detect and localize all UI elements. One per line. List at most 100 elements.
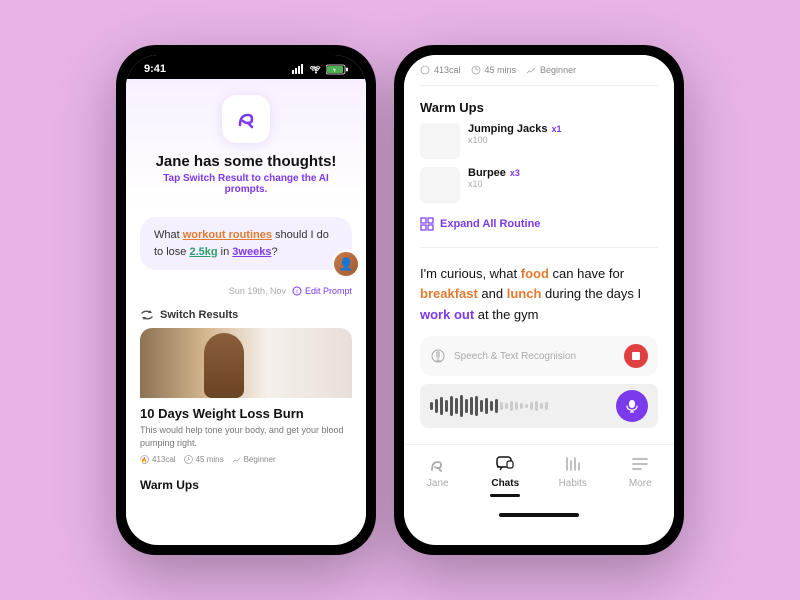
person-silhouette [204, 333, 244, 398]
switch-text[interactable]: Switch Result [183, 173, 249, 184]
phone-left: 9:41 [116, 45, 376, 555]
speech-label: Speech & Text Recognision [454, 351, 616, 362]
more-label: More [629, 478, 652, 489]
phone-right: 413cal 45 mins Beginner Warm Up [394, 45, 684, 555]
habits-label: Habits [559, 478, 587, 489]
right-screen: 413cal 45 mins Beginner Warm Up [404, 55, 674, 545]
warm-ups-title: Warm Ups [140, 478, 352, 492]
wave-11 [480, 400, 483, 412]
mic-icon [625, 399, 639, 413]
nav-item-more[interactable]: More [607, 453, 675, 497]
wave-18 [515, 402, 518, 410]
right-cal-val: 413cal [434, 65, 461, 75]
svg-text:🔥: 🔥 [141, 457, 147, 464]
warm-up-title-right: Warm Ups [420, 100, 658, 115]
tap-text: Tap [163, 173, 180, 184]
chat-bubble: What workout routines should I do to los… [140, 217, 352, 270]
nav-item-jane[interactable]: Jane [404, 453, 472, 497]
jane-nav-icon [427, 453, 449, 475]
time-highlight: 3weeks [232, 246, 271, 258]
nav-item-habits[interactable]: Habits [539, 453, 607, 497]
section-divider [420, 247, 658, 248]
right-content: 413cal 45 mins Beginner Warm Up [404, 55, 674, 517]
workout-desc: This would help tone your body, and get … [140, 424, 352, 449]
level-stat: Beginner [232, 455, 276, 464]
switch-results[interactable]: Switch Results [126, 302, 366, 328]
chat-meta: Sun 19th, Nov i Edit Prompt [126, 280, 366, 302]
ai-text: I'm curious, what food can have for brea… [420, 264, 658, 326]
wifi-icon [310, 64, 322, 74]
workout-stats: 🔥 413cal 45 mins Beginner [140, 455, 352, 464]
right-dur-val: 45 mins [485, 65, 517, 75]
left-content: Jane has some thoughts! Tap Switch Resul… [126, 79, 366, 541]
wave-21 [530, 402, 533, 410]
clock-icon [184, 455, 193, 464]
workout-title: 10 Days Weight Loss Burn [140, 406, 352, 421]
nav-item-chats[interactable]: Chats [472, 453, 540, 497]
expand-label: Expand All Routine [440, 218, 540, 230]
weight-highlight: 2.5kg [189, 246, 217, 258]
duration-stat: 45 mins [184, 455, 224, 464]
exercise-name-2: Burpee x3 [468, 167, 658, 179]
habits-icon [563, 454, 583, 474]
home-indicator [499, 513, 579, 517]
wave-10 [475, 396, 478, 416]
workout-card[interactable]: 10 Days Weight Loss Burn This would help… [140, 328, 352, 468]
wave-7 [460, 395, 463, 417]
greeting-title: Jane has some thoughts! [156, 153, 337, 170]
wave-19 [520, 403, 523, 409]
more-nav-icon [629, 453, 651, 475]
clock-icon-right [471, 65, 481, 75]
warm-up-right: Warm Ups Jumping Jacks x1 x100 [420, 100, 658, 237]
exercise-badge-2: x3 [510, 168, 520, 178]
wave-8 [465, 399, 468, 413]
workout-highlight-r: work out [420, 307, 474, 322]
waveform-bar [420, 384, 658, 428]
svg-text:i: i [296, 290, 297, 296]
wave-16 [505, 403, 508, 409]
speech-bar: Speech & Text Recognision [420, 336, 658, 376]
edit-label: Edit Prompt [305, 286, 352, 296]
chats-label: Chats [491, 478, 519, 489]
exercise-thumb-2 [420, 167, 460, 203]
wave-14 [495, 399, 498, 413]
speech-icon [430, 348, 446, 364]
edit-prompt-btn[interactable]: i Edit Prompt [292, 286, 352, 296]
wave-12 [485, 398, 488, 414]
stop-button[interactable] [624, 344, 648, 368]
warm-ups-section: Warm Ups [126, 468, 366, 492]
chats-nav-icon [494, 453, 516, 475]
battery-icon [326, 64, 348, 75]
wave-5 [450, 396, 453, 416]
left-screen: 9:41 [126, 55, 366, 545]
right-scroll: 413cal 45 mins Beginner Warm Up [404, 55, 674, 254]
wave-22 [535, 401, 538, 411]
avatar-face: 👤 [334, 252, 358, 276]
exercise-name-1: Jumping Jacks x1 [468, 123, 658, 135]
workout-info: 10 Days Weight Loss Burn This would help… [140, 398, 352, 468]
time-left: 9:41 [144, 63, 166, 75]
chat-date: Sun 19th, Nov [229, 286, 286, 296]
wave-2 [435, 399, 438, 413]
expand-icon [420, 217, 434, 231]
lunch-highlight: lunch [507, 286, 542, 301]
mic-button[interactable] [616, 390, 648, 422]
status-icons-left [292, 64, 348, 75]
calories-stat: 🔥 413cal [140, 455, 176, 464]
wave-9 [470, 397, 473, 415]
exercise-count-2: x10 [468, 179, 658, 189]
app-header: Jane has some thoughts! Tap Switch Resul… [126, 79, 366, 207]
signal-icon [292, 64, 306, 74]
user-avatar: 👤 [332, 250, 360, 278]
right-duration: 45 mins [471, 65, 517, 75]
workout-image [140, 328, 352, 398]
calories-val: 413cal [152, 455, 176, 464]
right-calories: 413cal [420, 65, 461, 75]
wave-17 [510, 401, 513, 411]
wave-4 [445, 400, 448, 412]
fire-icon: 🔥 [140, 455, 149, 464]
exercise-badge-1: x1 [551, 124, 561, 134]
expand-btn[interactable]: Expand All Routine [420, 211, 658, 237]
workout-highlight: workout routines [183, 229, 272, 241]
wave-23 [540, 403, 543, 409]
